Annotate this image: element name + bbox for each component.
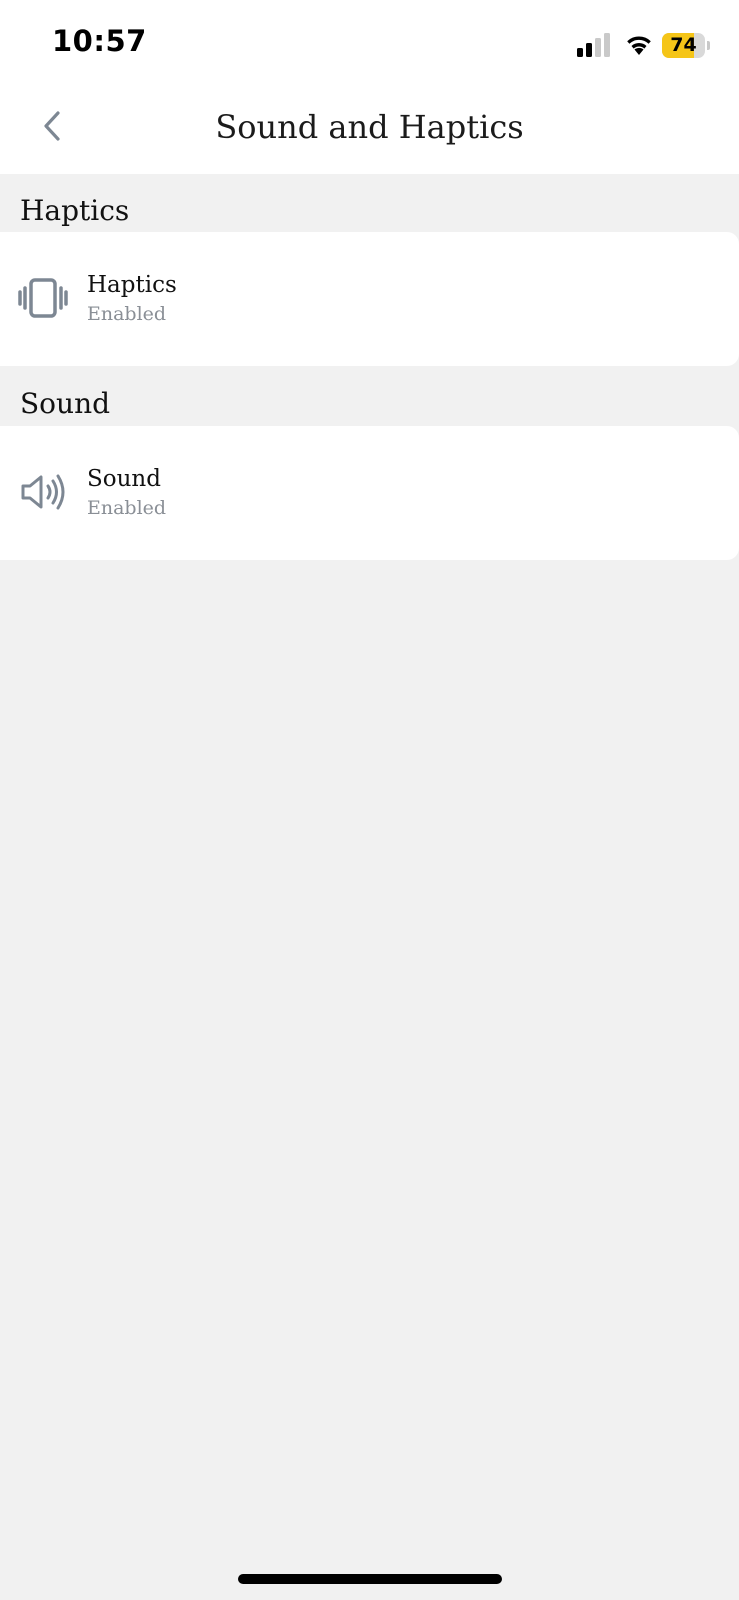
battery-indicator: 74: [662, 33, 710, 58]
section-heading-haptics: Haptics: [20, 194, 130, 227]
battery-level: 74: [670, 34, 697, 56]
battery-body-icon: 74: [662, 33, 705, 58]
sound-setting-row[interactable]: Sound Enabled: [0, 426, 739, 560]
speaker-icon: [21, 474, 65, 510]
sound-setting-title: Sound: [87, 466, 161, 492]
page-title: Sound and Haptics: [215, 108, 524, 146]
navigation-header: Sound and Haptics: [0, 90, 739, 174]
status-bar: 10:57 74: [0, 0, 739, 90]
cellular-signal-icon: [577, 33, 610, 57]
status-time: 10:57: [52, 24, 147, 58]
haptics-setting-row[interactable]: Haptics Enabled: [0, 232, 739, 366]
vibration-icon: [18, 278, 68, 318]
battery-tip: [707, 41, 710, 50]
section-heading-sound: Sound: [20, 387, 111, 420]
haptics-setting-status: Enabled: [87, 303, 167, 325]
sound-setting-status: Enabled: [87, 497, 167, 519]
home-indicator[interactable]: [238, 1574, 502, 1584]
haptics-setting-title: Haptics: [87, 272, 177, 298]
wifi-icon: [627, 36, 651, 55]
